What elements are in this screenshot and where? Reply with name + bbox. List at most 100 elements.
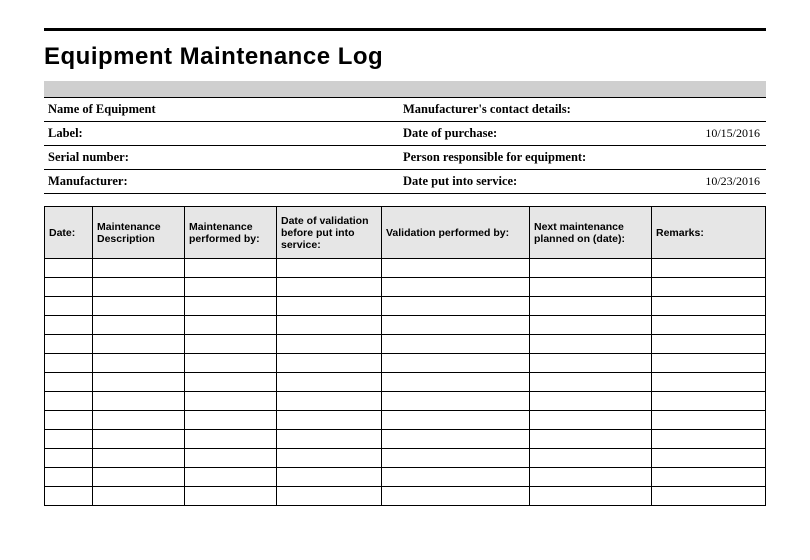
date-service-value[interactable]: 10/23/2016 — [614, 170, 766, 194]
table-cell[interactable] — [185, 297, 277, 316]
table-cell[interactable] — [45, 468, 93, 487]
table-cell[interactable] — [530, 373, 652, 392]
table-cell[interactable] — [530, 259, 652, 278]
table-cell[interactable] — [185, 259, 277, 278]
table-cell[interactable] — [652, 468, 766, 487]
table-cell[interactable] — [382, 392, 530, 411]
table-cell[interactable] — [93, 430, 185, 449]
table-cell[interactable] — [185, 316, 277, 335]
equipment-name-value[interactable] — [174, 98, 399, 122]
table-cell[interactable] — [530, 354, 652, 373]
table-cell[interactable] — [382, 278, 530, 297]
table-cell[interactable] — [45, 411, 93, 430]
table-cell[interactable] — [93, 297, 185, 316]
serial-value[interactable] — [174, 146, 399, 170]
table-cell[interactable] — [185, 335, 277, 354]
table-cell[interactable] — [530, 487, 652, 506]
table-cell[interactable] — [93, 354, 185, 373]
table-cell[interactable] — [530, 449, 652, 468]
table-cell[interactable] — [185, 411, 277, 430]
table-cell[interactable] — [45, 297, 93, 316]
date-purchase-value[interactable]: 10/15/2016 — [614, 122, 766, 146]
table-cell[interactable] — [93, 487, 185, 506]
table-cell[interactable] — [93, 373, 185, 392]
table-cell[interactable] — [45, 335, 93, 354]
table-cell[interactable] — [652, 297, 766, 316]
table-cell[interactable] — [185, 430, 277, 449]
table-cell[interactable] — [530, 278, 652, 297]
table-cell[interactable] — [45, 354, 93, 373]
table-cell[interactable] — [185, 449, 277, 468]
table-cell[interactable] — [652, 335, 766, 354]
manufacturer-value[interactable] — [174, 170, 399, 194]
table-cell[interactable] — [185, 278, 277, 297]
table-cell[interactable] — [652, 373, 766, 392]
table-cell[interactable] — [277, 297, 382, 316]
table-cell[interactable] — [652, 411, 766, 430]
table-cell[interactable] — [45, 449, 93, 468]
table-cell[interactable] — [652, 316, 766, 335]
table-cell[interactable] — [652, 354, 766, 373]
table-cell[interactable] — [185, 487, 277, 506]
table-cell[interactable] — [93, 449, 185, 468]
table-cell[interactable] — [382, 297, 530, 316]
table-cell[interactable] — [277, 373, 382, 392]
table-cell[interactable] — [93, 468, 185, 487]
table-cell[interactable] — [382, 354, 530, 373]
table-cell[interactable] — [93, 316, 185, 335]
table-cell[interactable] — [185, 468, 277, 487]
table-cell[interactable] — [93, 411, 185, 430]
table-cell[interactable] — [382, 259, 530, 278]
table-cell[interactable] — [45, 487, 93, 506]
table-cell[interactable] — [382, 335, 530, 354]
table-cell[interactable] — [277, 335, 382, 354]
table-cell[interactable] — [185, 373, 277, 392]
table-cell[interactable] — [277, 354, 382, 373]
table-cell[interactable] — [652, 449, 766, 468]
table-row — [45, 335, 766, 354]
table-cell[interactable] — [652, 392, 766, 411]
table-cell[interactable] — [185, 392, 277, 411]
table-cell[interactable] — [45, 316, 93, 335]
table-cell[interactable] — [277, 278, 382, 297]
table-cell[interactable] — [530, 468, 652, 487]
table-cell[interactable] — [277, 392, 382, 411]
table-cell[interactable] — [382, 487, 530, 506]
table-cell[interactable] — [45, 259, 93, 278]
table-cell[interactable] — [652, 430, 766, 449]
table-cell[interactable] — [45, 430, 93, 449]
table-cell[interactable] — [530, 430, 652, 449]
table-cell[interactable] — [277, 430, 382, 449]
table-cell[interactable] — [93, 335, 185, 354]
table-cell[interactable] — [382, 468, 530, 487]
table-cell[interactable] — [277, 316, 382, 335]
table-cell[interactable] — [652, 278, 766, 297]
table-cell[interactable] — [185, 354, 277, 373]
table-cell[interactable] — [45, 373, 93, 392]
table-cell[interactable] — [530, 316, 652, 335]
table-cell[interactable] — [530, 297, 652, 316]
table-cell[interactable] — [277, 468, 382, 487]
table-cell[interactable] — [277, 259, 382, 278]
table-cell[interactable] — [382, 316, 530, 335]
table-cell[interactable] — [277, 449, 382, 468]
table-cell[interactable] — [382, 449, 530, 468]
table-cell[interactable] — [93, 392, 185, 411]
table-cell[interactable] — [382, 373, 530, 392]
table-cell[interactable] — [382, 411, 530, 430]
table-cell[interactable] — [652, 487, 766, 506]
responsible-value[interactable] — [614, 146, 766, 170]
mfg-contact-value[interactable] — [614, 98, 766, 122]
table-cell[interactable] — [382, 430, 530, 449]
label-value[interactable] — [174, 122, 399, 146]
table-cell[interactable] — [530, 392, 652, 411]
table-cell[interactable] — [277, 487, 382, 506]
table-cell[interactable] — [530, 335, 652, 354]
table-cell[interactable] — [45, 278, 93, 297]
table-cell[interactable] — [93, 278, 185, 297]
table-cell[interactable] — [45, 392, 93, 411]
table-cell[interactable] — [652, 259, 766, 278]
table-cell[interactable] — [530, 411, 652, 430]
table-cell[interactable] — [277, 411, 382, 430]
table-cell[interactable] — [93, 259, 185, 278]
